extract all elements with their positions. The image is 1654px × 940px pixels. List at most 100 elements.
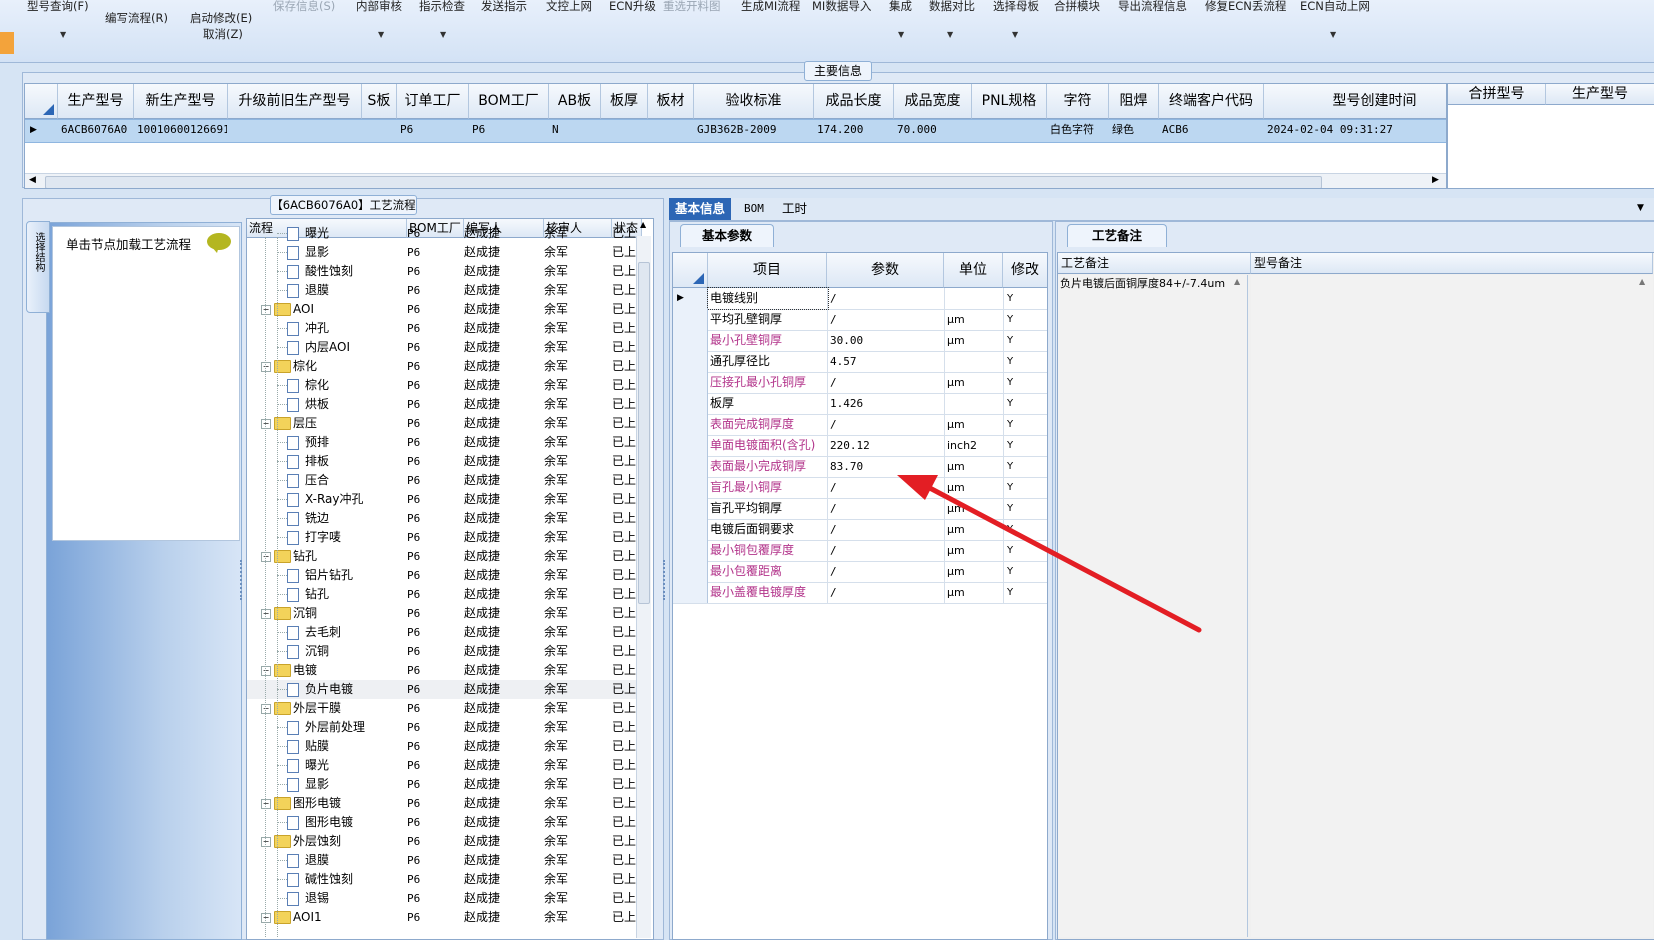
remark-scroll-up-icon[interactable]: ▲ (1234, 277, 1240, 286)
param-row[interactable]: 平均孔壁铜厚 / μm Y (673, 309, 1047, 331)
column-header[interactable]: S板 (362, 84, 397, 119)
horizontal-scrollbar[interactable]: ◀ ▶ (25, 173, 1446, 188)
param-modify-cell[interactable]: Y (1003, 393, 1047, 414)
tree-item-node[interactable]: 负片电镀 P6 赵成捷 余军 已上网 (247, 680, 637, 699)
grid-corner[interactable] (673, 253, 708, 288)
process-flow-tree[interactable]: 流程BOM工厂编写人核审人状态曝光P6赵成捷余军已上网显影P6赵成捷余军已上网酸… (246, 218, 654, 940)
toolbar-button[interactable]: 发送指示 (481, 0, 527, 14)
merge-model-grid[interactable]: 合拼型号 生产型号 (1447, 83, 1654, 189)
collapse-toggle-icon[interactable]: − (261, 794, 271, 813)
column-header[interactable]: 成品宽度 (894, 84, 972, 119)
toolbar-button[interactable]: 取消(Z) (203, 26, 243, 42)
tree-item-node[interactable]: 去毛刺 P6 赵成捷 余军 已上网 (247, 623, 637, 642)
param-row[interactable]: 表面最小完成铜厚 83.70 μm Y (673, 456, 1047, 478)
collapse-toggle-icon[interactable]: − (261, 414, 271, 433)
dropdown-arrow-icon[interactable]: ▼ (378, 30, 384, 39)
column-header[interactable]: 板厚 (601, 84, 648, 119)
tree-item-node[interactable]: X-Ray冲孔 P6 赵成捷 余军 已上网 (247, 490, 637, 509)
tree-item-node[interactable]: 显影 P6 赵成捷 余军 已上网 (247, 775, 637, 794)
toolbar-button[interactable]: MI数据导入 (812, 0, 871, 14)
param-row[interactable]: 板厚 1.426 Y (673, 393, 1047, 415)
toolbar-button[interactable]: 数据对比 (929, 0, 975, 14)
param-column-header[interactable]: 项目 (708, 253, 827, 288)
row-header[interactable] (673, 330, 708, 351)
param-row[interactable]: 盲孔平均铜厚 / μm Y (673, 498, 1047, 520)
column-header[interactable]: 阻焊 (1109, 84, 1159, 119)
column-header[interactable]: 新生产型号 (134, 84, 228, 119)
row-header[interactable] (673, 561, 708, 582)
param-value-cell[interactable]: 83.70 (827, 456, 944, 477)
splitter-grip[interactable] (240, 560, 246, 600)
param-column-header[interactable]: 修改 (1003, 253, 1047, 288)
column-header[interactable]: 型号创建时间 (1264, 84, 1446, 119)
tab-basic-params[interactable]: 基本参数 (680, 224, 774, 247)
collapse-toggle-icon[interactable]: − (261, 661, 271, 680)
row-header[interactable] (673, 498, 708, 519)
remarks-grid[interactable]: 工艺备注 型号备注 负片电镀后面铜厚度84+/-7.4um ▲ ▲ (1057, 252, 1654, 940)
column-header[interactable]: AB板 (549, 84, 601, 119)
model-remark-cell[interactable]: ▲ (1251, 275, 1653, 937)
column-header[interactable]: PNL规格 (972, 84, 1047, 119)
param-modify-cell[interactable]: Y (1003, 540, 1047, 561)
param-row[interactable]: ▶ 电镀线别 / Y (673, 287, 1047, 310)
tree-item-node[interactable]: 显影 P6 赵成捷 余军 已上网 (247, 243, 637, 262)
tree-item-node[interactable]: 外层前处理 P6 赵成捷 余军 已上网 (247, 718, 637, 737)
tree-item-node[interactable]: 退膜 P6 赵成捷 余军 已上网 (247, 281, 637, 300)
toolbar-button[interactable]: 内部审核 (356, 0, 402, 14)
collapse-toggle-icon[interactable]: − (261, 832, 271, 851)
collapse-toggle-icon[interactable]: − (261, 300, 271, 319)
column-header[interactable]: 订单工厂 (397, 84, 469, 119)
grid-corner[interactable] (25, 84, 58, 119)
collapse-toggle-icon[interactable]: − (261, 357, 271, 376)
param-row[interactable]: 通孔厚径比 4.57 Y (673, 351, 1047, 373)
param-modify-cell[interactable]: Y (1003, 498, 1047, 519)
toolbar-button[interactable]: 型号查询(F) (27, 0, 89, 14)
tree-item-node[interactable]: 压合 P6 赵成捷 余军 已上网 (247, 471, 637, 490)
column-header[interactable]: 字符 (1047, 84, 1109, 119)
param-modify-cell[interactable]: Y (1003, 414, 1047, 435)
column-header[interactable]: BOM工厂 (469, 84, 549, 119)
param-value-cell[interactable]: / (827, 288, 944, 309)
param-value-cell[interactable]: / (827, 372, 944, 393)
tree-item-node[interactable]: 铣边 P6 赵成捷 余军 已上网 (247, 509, 637, 528)
tree-item-node[interactable]: 打字唛 P6 赵成捷 余军 已上网 (247, 528, 637, 547)
toolbar-button[interactable]: 集成 (889, 0, 912, 14)
tree-folder-node[interactable]: − 电镀 P6 赵成捷 余军 已上网 (247, 661, 637, 680)
remark-col-header[interactable]: 工艺备注 (1058, 253, 1251, 274)
tree-item-node[interactable]: 预排 P6 赵成捷 余军 已上网 (247, 433, 637, 452)
scroll-left-icon[interactable]: ◀ (29, 175, 36, 185)
param-value-cell[interactable]: / (827, 582, 944, 603)
dropdown-arrow-icon[interactable]: ▼ (1330, 30, 1336, 39)
tab-process-remark[interactable]: 工艺备注 (1067, 224, 1167, 247)
basic-params-grid[interactable]: 项目 参数 单位 修改 ▶ 电镀线别 / Y 平均孔壁铜厚 / μm Y 最小孔壁铜厚 30.00 μm Y 通… (672, 252, 1048, 940)
tree-item-node[interactable]: 沉铜 P6 赵成捷 余军 已上网 (247, 642, 637, 661)
scroll-up-icon[interactable]: ▲ (640, 220, 646, 229)
tree-item-node[interactable]: 酸性蚀刻 P6 赵成捷 余军 已上网 (247, 262, 637, 281)
param-row[interactable]: 表面完成铜厚度 / μm Y (673, 414, 1047, 436)
dropdown-arrow-icon[interactable]: ▼ (898, 30, 904, 39)
param-row[interactable]: 最小铜包覆厚度 / μm Y (673, 540, 1047, 562)
column-header[interactable]: 生产型号 (58, 84, 134, 119)
param-row[interactable]: 最小盖覆电镀厚度 / μm Y (673, 582, 1047, 604)
row-header[interactable] (673, 582, 708, 603)
param-value-cell[interactable]: / (827, 477, 944, 498)
param-value-cell[interactable]: 30.00 (827, 330, 944, 351)
toolbar-button[interactable]: 指示检查 (419, 0, 465, 14)
tree-item-node[interactable]: 内层AOI P6 赵成捷 余军 已上网 (247, 338, 637, 357)
param-row[interactable]: 电镀后面铜要求 / μm Y (673, 519, 1047, 541)
tree-item-node[interactable]: 图形电镀 P6 赵成捷 余军 已上网 (247, 813, 637, 832)
toolbar-button[interactable]: 重选开料图 (663, 0, 721, 14)
tree-folder-node[interactable]: − 外层干膜 P6 赵成捷 余军 已上网 (247, 699, 637, 718)
vertical-scroll-thumb[interactable] (638, 262, 650, 604)
row-header[interactable] (673, 456, 708, 477)
tree-folder-node[interactable]: − AOI1 P6 赵成捷 余军 已上网 (247, 908, 637, 927)
row-header[interactable] (673, 540, 708, 561)
dropdown-arrow-icon[interactable]: ▼ (60, 30, 66, 39)
toolbar-button[interactable]: 编写流程(R) (105, 10, 168, 26)
dropdown-arrow-icon[interactable]: ▼ (947, 30, 953, 39)
tree-item-node[interactable]: 烘板 P6 赵成捷 余军 已上网 (247, 395, 637, 414)
scroll-right-icon[interactable]: ▶ (1432, 175, 1439, 185)
param-value-cell[interactable]: / (827, 414, 944, 435)
param-modify-cell[interactable]: Y (1003, 435, 1047, 456)
collapse-toggle-icon[interactable]: − (261, 908, 271, 927)
